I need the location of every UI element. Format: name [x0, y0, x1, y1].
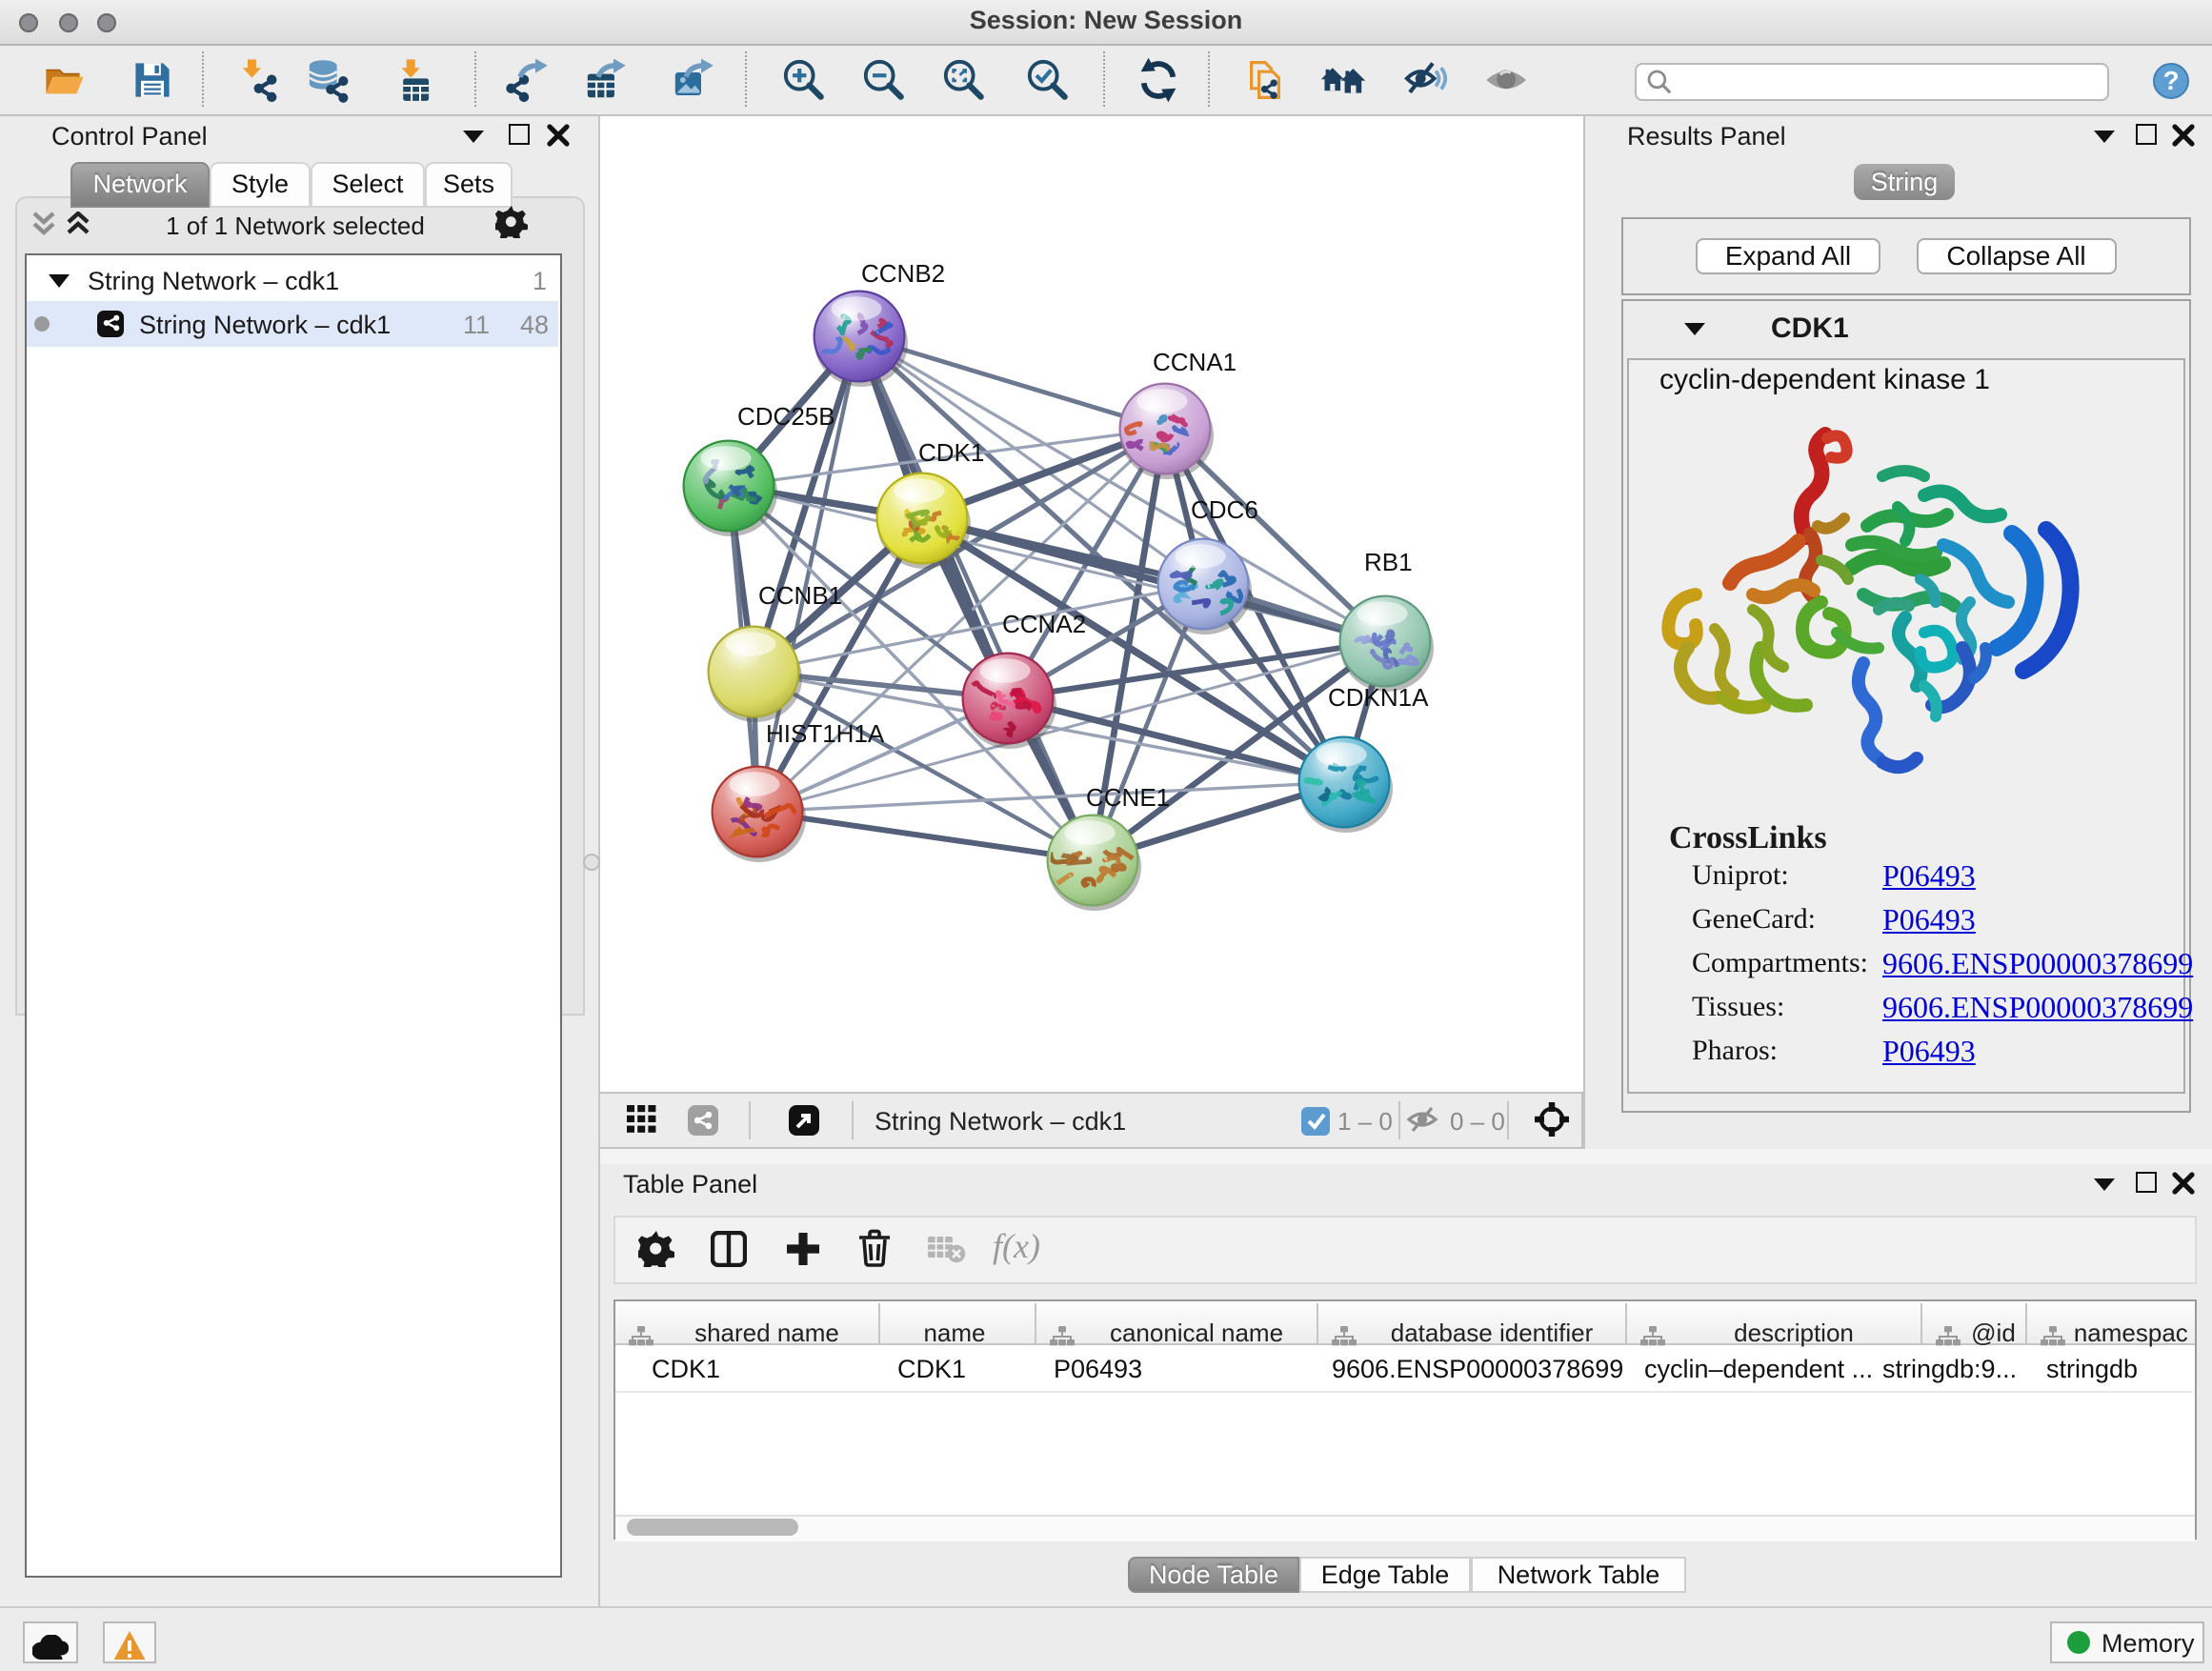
svg-text:CCNA2: CCNA2: [1002, 610, 1086, 638]
svg-text:CCNA1: CCNA1: [1153, 348, 1237, 376]
svg-text:RB1: RB1: [1364, 548, 1413, 576]
svg-text:CDKN1A: CDKN1A: [1328, 683, 1429, 712]
svg-text:HIST1H1A: HIST1H1A: [766, 719, 885, 748]
svg-text:CCNB1: CCNB1: [758, 581, 842, 610]
svg-text:CCNE1: CCNE1: [1086, 783, 1170, 812]
svg-text:CDC6: CDC6: [1191, 495, 1258, 524]
svg-text:CCNB2: CCNB2: [861, 259, 945, 288]
svg-text:CDC25B: CDC25B: [737, 402, 835, 431]
svg-text:CDK1: CDK1: [918, 438, 984, 467]
